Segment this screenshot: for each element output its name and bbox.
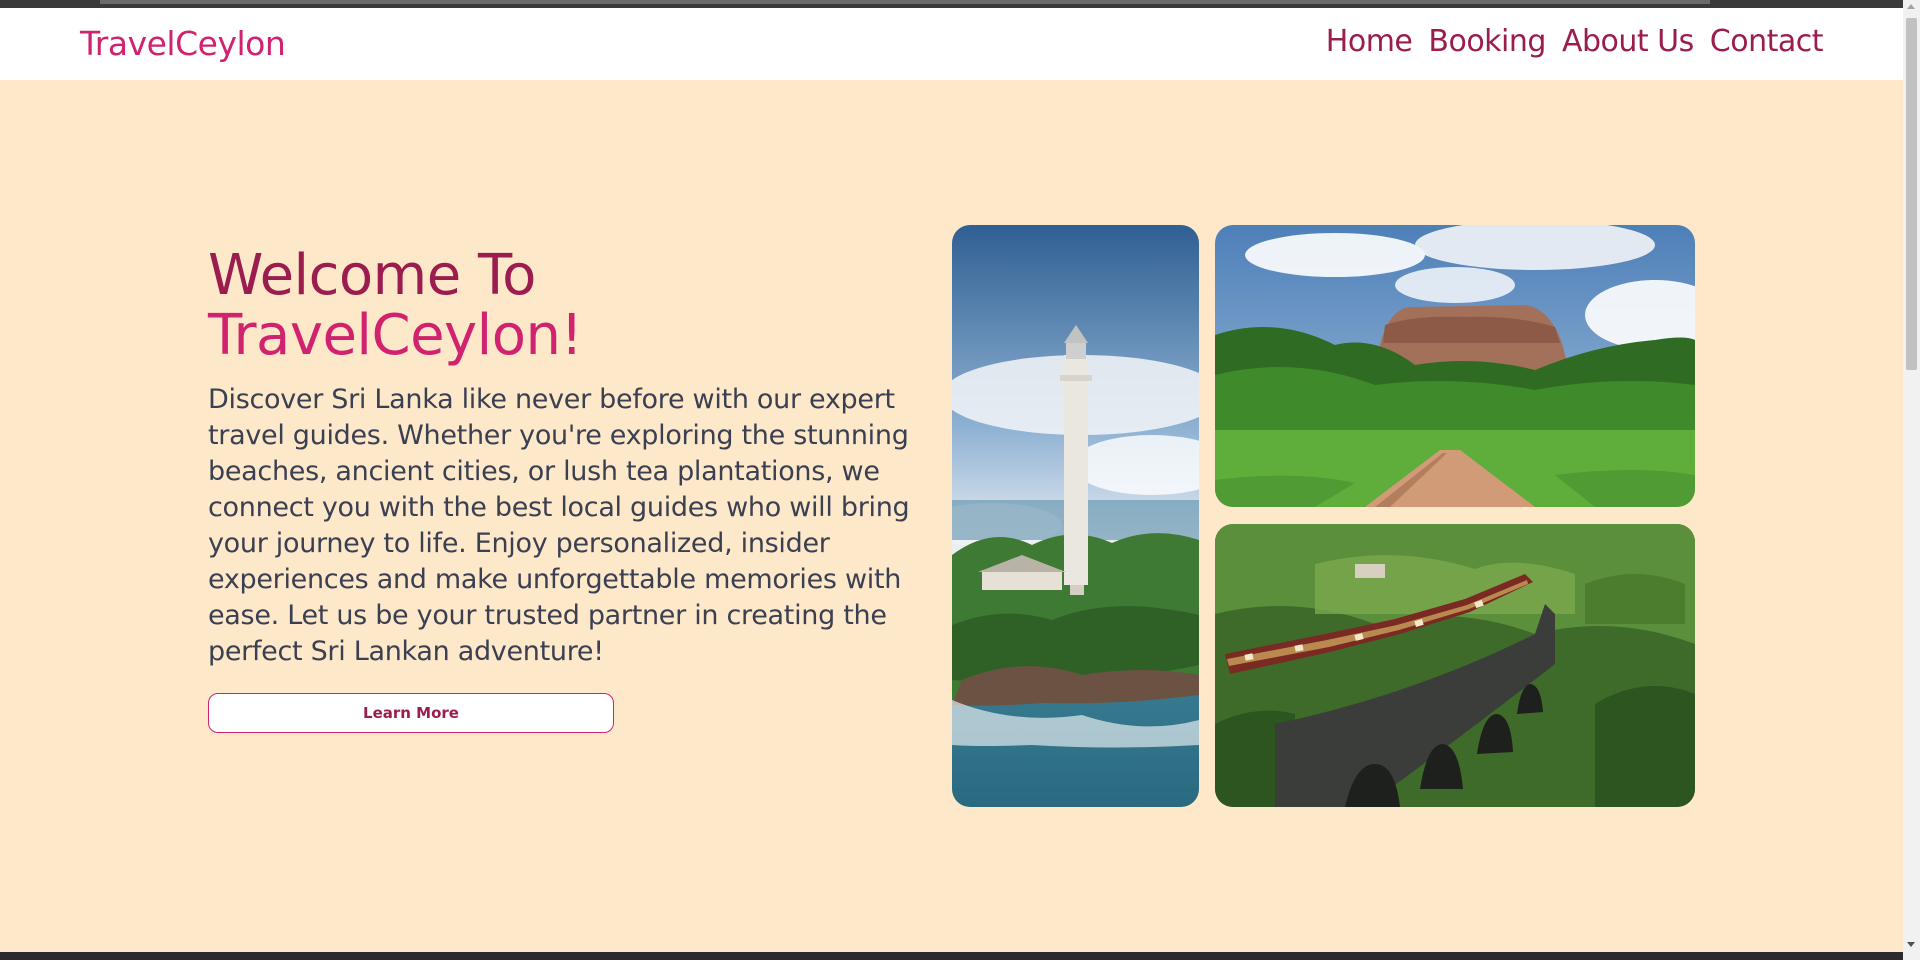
hero-title-brand: TravelCeylon!	[208, 303, 583, 368]
lighthouse-photo	[952, 225, 1199, 807]
rock-fortress-photo	[1215, 225, 1695, 507]
hero-text: Welcome To TravelCeylon! Discover Sri La…	[208, 246, 928, 670]
scroll-thumb[interactable]	[1906, 18, 1917, 370]
brand-logo[interactable]: TravelCeylon	[80, 24, 286, 63]
vertical-scrollbar[interactable]	[1903, 0, 1920, 960]
train-bridge-photo	[1215, 524, 1695, 807]
browser-top-bar	[0, 0, 1903, 8]
scroll-up-icon[interactable]	[1907, 4, 1915, 9]
nav-link-booking[interactable]: Booking	[1428, 24, 1546, 59]
nav-link-about-us[interactable]: About Us	[1562, 24, 1694, 59]
hero-description: Discover Sri Lanka like never before wit…	[208, 384, 910, 667]
hero-title-welcome: Welcome To	[208, 243, 536, 308]
learn-more-button[interactable]: Learn More	[208, 693, 614, 733]
nav-link-contact[interactable]: Contact	[1710, 24, 1824, 59]
page: TravelCeylon Home Booking About Us Conta…	[0, 0, 1903, 952]
nav-link-home[interactable]: Home	[1326, 24, 1413, 59]
bottom-bar	[0, 952, 1903, 960]
scroll-down-icon[interactable]	[1907, 942, 1915, 947]
nav-links: Home Booking About Us Contact	[1326, 24, 1824, 59]
navbar: TravelCeylon Home Booking About Us Conta…	[0, 8, 1903, 80]
